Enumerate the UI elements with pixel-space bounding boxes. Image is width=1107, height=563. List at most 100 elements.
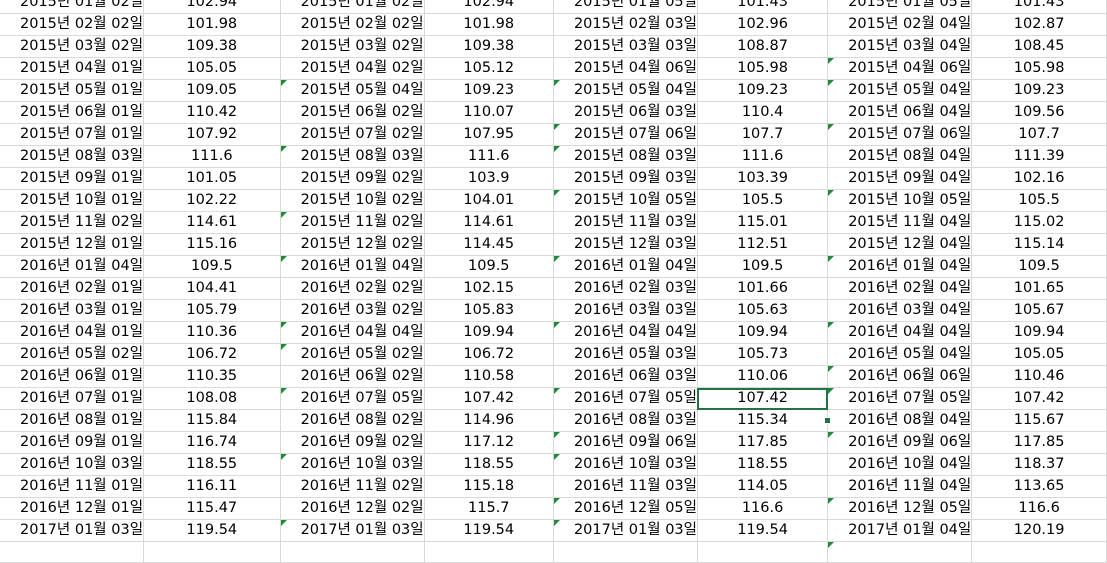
value-cell[interactable] (143, 541, 281, 563)
value-cell[interactable]: 115.18 (424, 475, 554, 498)
date-cell[interactable]: 2015년 01월 02일 (0, 0, 145, 14)
date-cell[interactable]: 2016년 02월 02일 (280, 277, 425, 300)
date-cell[interactable]: 2016년 01월 04일 (553, 255, 698, 278)
value-cell[interactable]: 110.42 (143, 101, 281, 124)
value-cell[interactable]: 109.23 (971, 79, 1107, 102)
date-cell[interactable]: 2016년 02월 01일 (0, 277, 145, 300)
date-cell[interactable]: 2015년 03월 03일 (553, 35, 698, 58)
value-cell[interactable]: 109.23 (697, 79, 829, 102)
date-cell[interactable]: 2015년 09월 04일 (827, 167, 973, 190)
value-cell[interactable]: 111.6 (697, 145, 829, 168)
value-cell[interactable]: 107.7 (971, 123, 1107, 146)
date-cell[interactable]: 2016년 05월 02일 (280, 343, 425, 366)
value-cell[interactable]: 115.84 (143, 409, 281, 432)
value-cell[interactable] (697, 541, 829, 563)
value-cell[interactable]: 116.6 (697, 497, 829, 520)
value-cell[interactable]: 109.23 (424, 79, 554, 102)
date-cell[interactable]: 2015년 10월 05일 (827, 189, 973, 212)
value-cell[interactable]: 110.4 (697, 101, 829, 124)
value-cell[interactable]: 107.95 (424, 123, 554, 146)
date-cell[interactable]: 2015년 02월 02일 (0, 13, 145, 36)
value-cell[interactable]: 115.02 (971, 211, 1107, 234)
value-cell[interactable]: 104.01 (424, 189, 554, 212)
value-cell[interactable]: 119.54 (697, 519, 829, 542)
value-cell[interactable]: 118.55 (424, 453, 554, 476)
value-cell[interactable]: 115.47 (143, 497, 281, 520)
date-cell[interactable]: 2017년 01월 03일 (280, 519, 425, 542)
date-cell[interactable]: 2016년 08월 02일 (280, 409, 425, 432)
date-cell[interactable]: 2015년 06월 03일 (553, 101, 698, 124)
date-cell[interactable]: 2015년 07월 01일 (0, 123, 145, 146)
value-cell[interactable]: 117.85 (971, 431, 1107, 454)
date-cell[interactable]: 2015년 11월 02일 (280, 211, 425, 234)
date-cell[interactable]: 2016년 02월 03일 (553, 277, 698, 300)
date-cell[interactable]: 2015년 01월 05일 (553, 0, 698, 14)
value-cell[interactable]: 109.38 (424, 35, 554, 58)
date-cell[interactable]: 2015년 04월 01일 (0, 57, 145, 80)
date-cell[interactable]: 2015년 03월 04일 (827, 35, 973, 58)
date-cell[interactable]: 2016년 09월 06일 (827, 431, 973, 454)
date-cell[interactable]: 2016년 04월 04일 (553, 321, 698, 344)
date-cell[interactable]: 2016년 08월 03일 (553, 409, 698, 432)
value-cell[interactable]: 105.5 (697, 189, 829, 212)
value-cell[interactable]: 109.5 (971, 255, 1107, 278)
date-cell[interactable]: 2015년 02월 02일 (280, 13, 425, 36)
value-cell[interactable]: 117.12 (424, 431, 554, 454)
value-cell[interactable]: 113.65 (971, 475, 1107, 498)
value-cell[interactable]: 103.39 (697, 167, 829, 190)
value-cell[interactable]: 103.9 (424, 167, 554, 190)
date-cell[interactable]: 2015년 11월 02일 (0, 211, 145, 234)
value-cell[interactable]: 109.94 (971, 321, 1107, 344)
date-cell[interactable]: 2016년 06월 02일 (280, 365, 425, 388)
value-cell[interactable]: 116.11 (143, 475, 281, 498)
value-cell[interactable]: 109.94 (424, 321, 554, 344)
value-cell[interactable]: 108.08 (143, 387, 281, 410)
date-cell[interactable]: 2015년 12월 04일 (827, 233, 973, 256)
active-cell[interactable]: 107.42 (697, 387, 829, 410)
date-cell[interactable]: 2015년 11월 04일 (827, 211, 973, 234)
date-cell[interactable]: 2015년 04월 06일 (827, 57, 973, 80)
date-cell[interactable]: 2015년 03월 02일 (280, 35, 425, 58)
value-cell[interactable]: 102.94 (143, 0, 281, 14)
value-cell[interactable]: 115.67 (971, 409, 1107, 432)
date-cell[interactable]: 2016년 07월 01일 (0, 387, 145, 410)
value-cell[interactable]: 111.6 (143, 145, 281, 168)
value-cell[interactable]: 110.46 (971, 365, 1107, 388)
date-cell[interactable]: 2016년 07월 05일 (280, 387, 425, 410)
date-cell[interactable]: 2015년 10월 01일 (0, 189, 145, 212)
date-cell[interactable]: 2015년 02월 04일 (827, 13, 973, 36)
value-cell[interactable]: 105.83 (424, 299, 554, 322)
date-cell[interactable]: 2016년 06월 06일 (827, 365, 973, 388)
value-cell[interactable]: 102.16 (971, 167, 1107, 190)
date-cell[interactable]: 2016년 12월 02일 (280, 497, 425, 520)
date-cell[interactable]: 2016년 04월 01일 (0, 321, 145, 344)
value-cell[interactable]: 111.39 (971, 145, 1107, 168)
date-cell[interactable]: 2016년 10월 03일 (280, 453, 425, 476)
value-cell[interactable]: 111.6 (424, 145, 554, 168)
date-cell[interactable]: 2015년 06월 04일 (827, 101, 973, 124)
date-cell[interactable]: 2016년 03월 01일 (0, 299, 145, 322)
date-cell[interactable]: 2015년 01월 02일 (280, 0, 425, 14)
date-cell[interactable]: 2015년 04월 06일 (553, 57, 698, 80)
value-cell[interactable]: 105.12 (424, 57, 554, 80)
value-cell[interactable] (971, 541, 1107, 563)
date-cell[interactable]: 2016년 04월 04일 (827, 321, 973, 344)
value-cell[interactable]: 115.01 (697, 211, 829, 234)
value-cell[interactable]: 102.94 (424, 0, 554, 14)
date-cell[interactable]: 2015년 08월 03일 (280, 145, 425, 168)
date-cell[interactable]: 2016년 11월 01일 (0, 475, 145, 498)
date-cell[interactable]: 2016년 03월 04일 (827, 299, 973, 322)
value-cell[interactable]: 105.79 (143, 299, 281, 322)
value-cell[interactable]: 105.98 (697, 57, 829, 80)
date-cell[interactable]: 2015년 12월 01일 (0, 233, 145, 256)
value-cell[interactable]: 107.42 (971, 387, 1107, 410)
value-cell[interactable]: 102.96 (697, 13, 829, 36)
date-cell[interactable]: 2016년 12월 05일 (827, 497, 973, 520)
date-cell[interactable]: 2016년 11월 02일 (280, 475, 425, 498)
value-cell[interactable]: 109.5 (697, 255, 829, 278)
date-cell[interactable]: 2015년 10월 05일 (553, 189, 698, 212)
value-cell[interactable]: 110.07 (424, 101, 554, 124)
value-cell[interactable]: 114.45 (424, 233, 554, 256)
date-cell[interactable] (280, 541, 425, 563)
date-cell[interactable]: 2016년 05월 02일 (0, 343, 145, 366)
